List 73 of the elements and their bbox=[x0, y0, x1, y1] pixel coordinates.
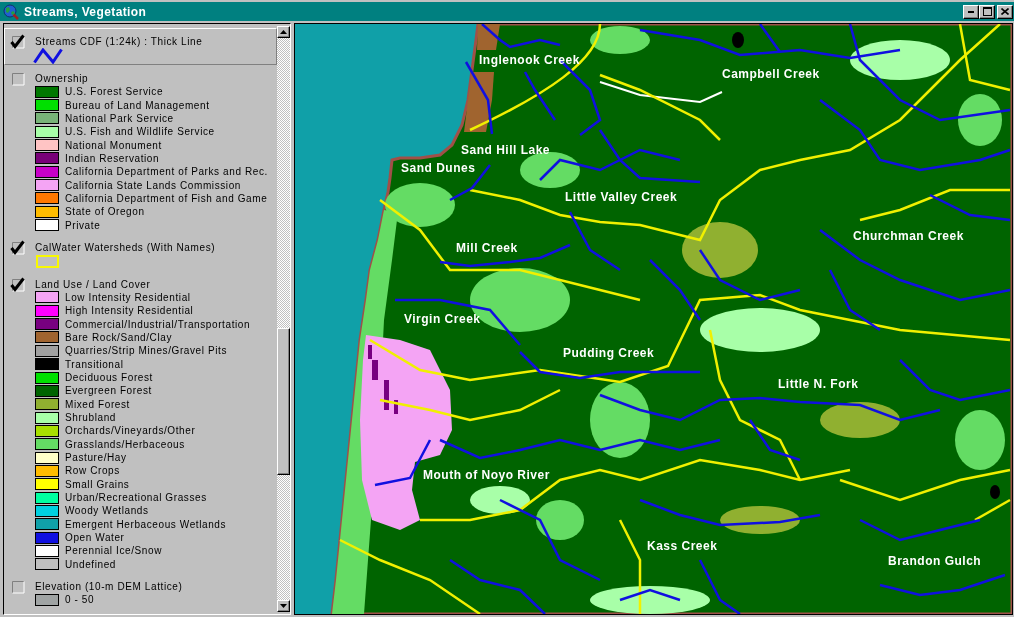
class-label: Undefined bbox=[65, 558, 116, 570]
class-label: Shrubland bbox=[65, 412, 116, 424]
class-label: National Park Service bbox=[65, 112, 174, 124]
class-label: Deciduous Forest bbox=[65, 372, 153, 383]
globe-magnifier-icon bbox=[3, 3, 19, 20]
minimize-button[interactable] bbox=[963, 4, 979, 19]
map-label: Virgin Creek bbox=[404, 312, 481, 326]
window-title: Streams, Vegetation bbox=[24, 4, 148, 19]
class-label: Emergent Herbaceous Wetlands bbox=[65, 518, 227, 530]
close-icon bbox=[1001, 8, 1009, 15]
class-label: National Monument bbox=[65, 139, 162, 151]
class-label: Urban/Recreational Grasses bbox=[65, 492, 207, 504]
maximize-button[interactable] bbox=[979, 4, 995, 19]
map-label: Mouth of Noyo River bbox=[423, 468, 550, 482]
class-label: Small Grains bbox=[65, 478, 130, 490]
class-label: 0 - 50 bbox=[65, 594, 95, 606]
layer-title: Streams CDF (1:24k) : Thick Line bbox=[35, 36, 203, 47]
layer-checkbox[interactable] bbox=[10, 34, 25, 49]
map-label: Campbell Creek bbox=[722, 67, 820, 81]
class-label: State of Oregon bbox=[65, 206, 145, 218]
class-label: High Intensity Residential bbox=[65, 305, 194, 317]
class-label: Pasture/Hay bbox=[65, 452, 127, 464]
class-label: California Department of Fish and Game bbox=[65, 192, 268, 204]
map-label: Churchman Creek bbox=[853, 229, 964, 243]
class-label: Transitional bbox=[65, 358, 124, 370]
class-label: Mixed Forest bbox=[65, 398, 130, 410]
layer-checkbox[interactable] bbox=[10, 71, 25, 86]
class-label: U.S. Fish and Wildlife Service bbox=[65, 126, 215, 138]
class-label: California Department of Parks and Rec. bbox=[65, 166, 268, 178]
map-label: Kass Creek bbox=[647, 539, 718, 553]
layer-entry[interactable]: CalWater Watersheds (With Names) bbox=[4, 233, 277, 271]
layer-checkbox[interactable] bbox=[10, 579, 25, 594]
layer-entry[interactable]: Streams CDF (1:24k) : Thick Line bbox=[4, 28, 277, 65]
maximize-icon bbox=[982, 7, 992, 16]
map-label: Little Valley Creek bbox=[565, 190, 678, 204]
class-label: Row Crops bbox=[65, 465, 120, 477]
caret-up-icon bbox=[280, 30, 287, 34]
class-label: Low Intensity Residential bbox=[65, 291, 191, 303]
class-label: Orchards/Vineyards/Other bbox=[65, 425, 196, 437]
map-label: Inglenook Creek bbox=[479, 53, 580, 67]
map-label: Brandon Gulch bbox=[888, 554, 982, 568]
class-label: U.S. Forest Service bbox=[65, 86, 164, 98]
minimize-icon bbox=[968, 10, 974, 13]
layer-title: CalWater Watersheds (With Names) bbox=[35, 241, 216, 253]
class-label: Indian Reservation bbox=[65, 152, 160, 164]
class-label: Evergreen Forest bbox=[65, 385, 152, 397]
scroll-down-button[interactable] bbox=[277, 600, 290, 612]
map-label: Sand Dunes bbox=[401, 161, 476, 175]
caret-down-icon bbox=[280, 604, 287, 608]
class-label: Woody Wetlands bbox=[65, 505, 149, 517]
map-label: Little N. Fork bbox=[778, 377, 859, 391]
class-label: Perennial Ice/Snow bbox=[65, 545, 162, 557]
close-button[interactable] bbox=[997, 4, 1013, 19]
map-panel[interactable]: Inglenook Creek Campbell Creek Sand Hill Lake Sand Dunes Little Valley Creek Mill Creek Churchman Creek Virgin Creek Pudding Creek Little N. Fork Mouth of Noyo River Kass Creek Brandon Gulch bbox=[294, 23, 1013, 615]
class-label: Private bbox=[65, 219, 101, 231]
map-label: Sand Hill Lake bbox=[461, 143, 551, 157]
class-label: Commercial/Industrial/Transportation bbox=[65, 318, 251, 330]
layer-title: Elevation (10-m DEM Lattice) bbox=[35, 581, 183, 592]
layer-entry[interactable]: Elevation (10-m DEM Lattice) 0 - 50 bbox=[4, 573, 277, 609]
class-label: Bare Rock/Sand/Clay bbox=[65, 332, 172, 343]
map-label: Pudding Creek bbox=[563, 346, 655, 360]
scroll-up-button[interactable] bbox=[277, 26, 290, 38]
layer-title: Ownership bbox=[35, 73, 89, 84]
class-label: Grasslands/Herbaceous bbox=[65, 438, 185, 450]
scrollbar-thumb[interactable] bbox=[277, 328, 290, 475]
class-label: California State Lands Commission bbox=[65, 179, 241, 191]
class-label: Quarries/Strip Mines/Gravel Pits bbox=[65, 345, 228, 357]
map-label: Mill Creek bbox=[456, 241, 518, 255]
layer-checkbox[interactable] bbox=[10, 239, 25, 255]
class-label: Bureau of Land Management bbox=[65, 99, 210, 111]
layer-checkbox[interactable] bbox=[10, 276, 25, 292]
layer-title: Land Use / Land Cover bbox=[35, 278, 151, 290]
class-label: Open Water bbox=[65, 532, 125, 544]
